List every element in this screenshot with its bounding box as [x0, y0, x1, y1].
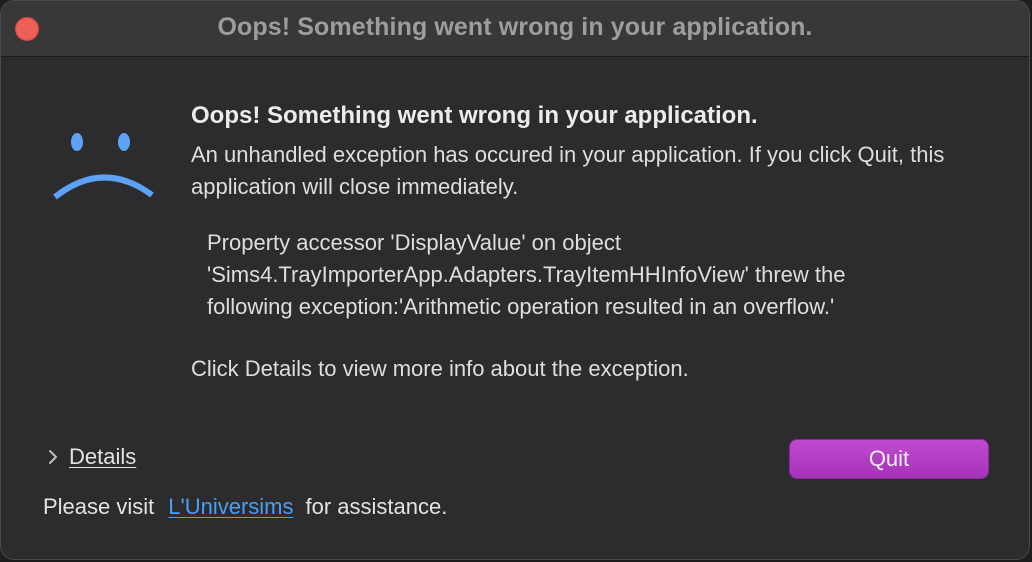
quit-button[interactable]: Quit — [789, 439, 989, 479]
footer-suffix: for assistance. — [305, 494, 448, 519]
dialog-message: An unhandled exception has occured in yo… — [191, 142, 945, 199]
dialog-heading: Oops! Something went wrong in your appli… — [191, 102, 758, 129]
title-bar: Oops! Something went wrong in your appli… — [1, 1, 1029, 57]
footer-prefix: Please visit — [43, 494, 155, 519]
universims-link[interactable]: L'Universims — [168, 494, 293, 519]
exception-line: 'Sims4.TrayImporterApp.Adapters.TrayItem… — [207, 262, 846, 287]
error-dialog-window: Oops! Something went wrong in your appli… — [0, 0, 1030, 560]
chevron-right-icon — [49, 450, 57, 464]
exception-text: Property accessor 'DisplayValue' on obje… — [207, 227, 977, 323]
details-label[interactable]: Details — [69, 444, 136, 470]
assistance-footer: Please visit L'Universims for assistance. — [43, 491, 447, 523]
window-title: Oops! Something went wrong in your appli… — [217, 13, 813, 41]
details-disclosure[interactable]: Details — [45, 441, 136, 473]
dialog-content: Oops! Something went wrong in your appli… — [191, 99, 991, 385]
exception-line: Property accessor 'DisplayValue' on obje… — [207, 230, 621, 255]
exception-line: following exception:'Arithmetic operatio… — [207, 294, 835, 319]
details-hint: Click Details to view more info about th… — [191, 356, 689, 381]
sad-face-icon — [53, 133, 154, 200]
